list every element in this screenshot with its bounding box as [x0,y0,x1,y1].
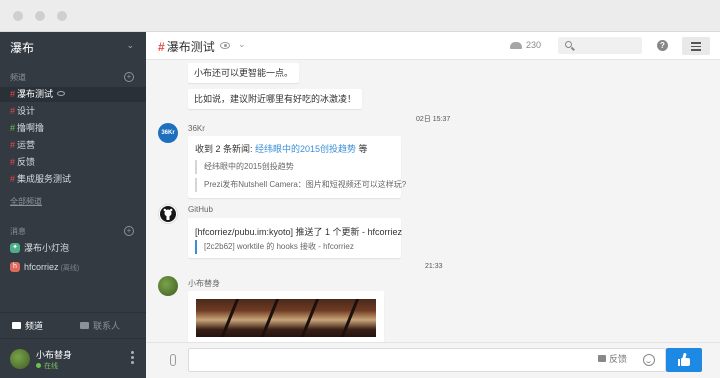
sidebar: 瀑布 ⌄ 频道 + # 瀑布测试 # 设计 # 撸啊撸 # 运营 # 反馈 # 集成服务测试… [0,32,146,378]
tab-channels-label: 频道 [25,321,44,331]
message-input[interactable] [188,348,666,372]
page-title: # 瀑布测试 [158,38,215,55]
add-channel-icon[interactable]: + [124,72,134,82]
eye-icon [57,91,66,97]
paperclip-icon[interactable] [170,354,176,366]
current-user-name: 小布替身 [36,350,73,360]
message-sender[interactable]: GitHub [188,205,213,214]
bulb-avatar-icon: ✦ [10,242,20,253]
message-bubble: 比如说，建议附近哪里有好吃的冰激凌！ [188,89,363,109]
hash-icon: # [10,106,16,116]
attached-photo[interactable] [196,299,376,337]
menu-button[interactable] [682,37,710,55]
github-card-title: [hfcorriez/pubu.im:kyoto] 推送了 1 个更新 - hf… [195,227,403,237]
dm-item-label: 瀑布小灯泡 [24,243,70,253]
news-item[interactable]: 经纬眼中的2015创投趋势 [195,160,294,174]
sidebar-tabs: 频道 联系人 [0,312,146,336]
github-card: [hfcorriez/pubu.im:kyoto] 推送了 1 个更新 - hf… [188,218,403,258]
sidebar-item-label: 反馈 [17,157,36,167]
sidebar-item-integration-test[interactable]: # 集成服务测试 [0,172,146,187]
message-sender[interactable]: 小布替身 [188,278,220,289]
message-timestamp: 02日 15:37 [416,116,451,123]
message-bubble: 小布还可以更智能一点。 [188,63,300,83]
message-list[interactable]: 小布还可以更智能一点。 比如说，建议附近哪里有好吃的冰激凌！ 02日 15:37… [146,60,720,342]
hash-icon: # [10,89,16,99]
news-card-title: 收到 2 条新闻: 经纬眼中的2015创投趋势 等 [195,142,368,155]
avatar[interactable] [10,349,30,369]
tab-contacts[interactable]: 联系人 [80,319,120,332]
eye-icon[interactable] [220,42,230,49]
news-link[interactable]: 经纬眼中的2015创投趋势 [255,144,356,154]
sidebar-item-lol[interactable]: # 撸啊撸 [0,121,146,136]
zoom-window-button[interactable] [57,11,67,21]
team-name: 瀑布 [10,41,35,55]
channels-section-title: 频道 [10,73,26,82]
dm-item-hfcorriez[interactable]: h hfcorriez (离线) [10,260,79,274]
tab-channels[interactable]: 频道 [12,319,43,332]
contacts-icon [80,322,89,330]
dm-item-pubu-bulb[interactable]: ✦ 瀑布小灯泡 [10,241,69,255]
sidebar-item-label: 瀑布测试 [17,89,54,99]
offline-status: (离线) [60,265,80,272]
add-message-icon[interactable]: + [124,226,134,236]
emoji-icon[interactable] [643,354,655,366]
tab-contacts-label: 联系人 [93,321,121,331]
member-count: 230 [526,40,542,50]
sidebar-item-label: 设计 [17,106,36,116]
hash-icon: # [10,174,16,184]
sidebar-item-label: 运营 [17,140,36,150]
news-card: 收到 2 条新闻: 经纬眼中的2015创投趋势 等 经纬眼中的2015创投趋势 … [188,136,406,198]
avatar[interactable] [158,204,178,224]
channel-header: # 瀑布测试 ⌄ 230 ? [146,32,720,60]
feedback-button[interactable]: 反馈 [598,352,627,365]
message-composer: 反馈 [146,342,720,378]
message-sender[interactable]: 36Kr [188,124,205,133]
search-icon [565,41,572,48]
sidebar-item-label: 撸啊撸 [17,123,45,133]
sidebar-item-feedback[interactable]: # 反馈 [0,155,146,170]
image-attachment[interactable] [188,291,384,342]
members-button[interactable]: 230 [510,40,541,50]
chevron-down-icon: ⌄ [126,40,134,50]
more-options-icon[interactable] [131,351,134,365]
window-titlebar [0,0,720,32]
all-channels-link[interactable]: 全部频道 [10,196,42,207]
user-avatar-icon: h [10,261,20,272]
messages-section-title: 消息 [10,227,26,236]
members-icon [510,42,522,50]
presence-label: 在线 [44,363,58,370]
sidebar-item-pubu-test[interactable]: # 瀑布测试 [0,87,146,102]
search-input[interactable] [558,37,642,54]
news-title-suffix: 等 [356,144,368,154]
sidebar-item-operations[interactable]: # 运营 [0,138,146,153]
current-user-panel: 小布替身 在线 [0,338,146,378]
hash-icon: # [158,40,165,54]
sidebar-item-label: 集成服务测试 [17,174,72,184]
close-window-button[interactable] [13,11,23,21]
online-dot-icon [36,363,41,368]
hash-icon: # [10,123,16,133]
avatar[interactable]: 36Kr [158,123,178,143]
news-item[interactable]: Prezi发布Nutshell Camera：图片和短视频还可以这样玩? [195,178,406,192]
channel-name: 瀑布测试 [166,40,215,54]
hash-icon: # [10,140,16,150]
message-timestamp: 21:33 [425,263,443,270]
thumbs-up-icon [678,352,690,366]
help-icon[interactable]: ? [657,40,668,51]
hash-icon: # [10,157,16,167]
chevron-down-icon[interactable]: ⌄ [238,39,246,50]
sidebar-item-design[interactable]: # 设计 [0,104,146,119]
news-title-prefix: 收到 2 条新闻: [195,144,256,154]
feedback-icon [598,355,606,363]
dm-item-label: hfcorriez [24,262,59,272]
team-switcher[interactable]: 瀑布 ⌄ [0,32,146,60]
presence-status: 在线 [36,361,58,371]
commit-item[interactable]: [2c2b62] worktile 的 hooks 接收 - hfcorriez [195,240,354,254]
minimize-window-button[interactable] [35,11,45,21]
chat-icon [12,322,21,330]
github-icon [160,206,176,222]
feedback-label: 反馈 [609,354,628,364]
like-send-button[interactable] [666,348,702,372]
avatar[interactable] [158,276,178,296]
